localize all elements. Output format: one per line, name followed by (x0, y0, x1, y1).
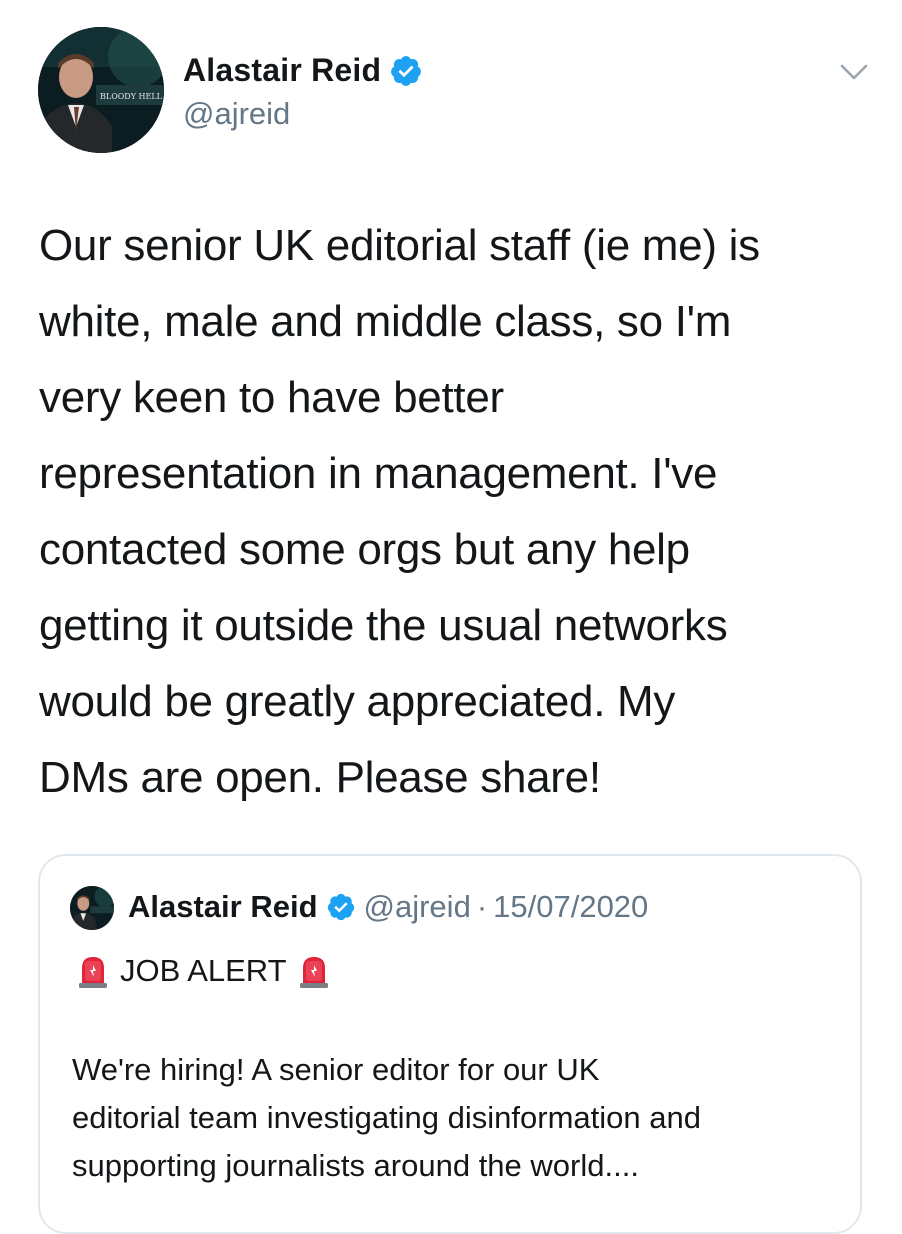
quoted-tweet-card[interactable]: Alastair Reid @ajreid · 15/07/2020 JOB A… (38, 854, 862, 1234)
quoted-handle: @ajreid (363, 889, 471, 924)
avatar-caption: BLOODY HELL (100, 92, 163, 101)
tweet: BLOODY HELL Alastair Reid @ajreid Our se… (0, 0, 902, 1234)
siren-icon (295, 952, 333, 990)
chevron-down-icon[interactable] (834, 56, 874, 86)
job-alert-label: JOB ALERT (120, 953, 287, 988)
author-handle[interactable]: @ajreid (183, 96, 290, 132)
quoted-date: 15/07/2020 (493, 889, 649, 924)
siren-icon (74, 952, 112, 990)
author-name-row[interactable]: Alastair Reid (183, 52, 423, 89)
quoted-tweet-text: We're hiring! A senior editor for our UK… (72, 1052, 701, 1183)
separator-dot: · (476, 889, 488, 924)
verified-icon (389, 54, 423, 88)
avatar[interactable]: BLOODY HELL (38, 27, 164, 153)
job-alert-line: JOB ALERT (74, 952, 333, 990)
quoted-header: Alastair Reid @ajreid · 15/07/2020 (128, 889, 648, 925)
tweet-text: Our senior UK editorial staff (ie me) is… (39, 221, 760, 802)
quoted-avatar (70, 886, 114, 930)
quoted-display-name: Alastair Reid (128, 889, 318, 924)
verified-icon (326, 892, 356, 922)
author-display-name[interactable]: Alastair Reid (183, 52, 381, 89)
avatar-image: BLOODY HELL (38, 27, 164, 153)
